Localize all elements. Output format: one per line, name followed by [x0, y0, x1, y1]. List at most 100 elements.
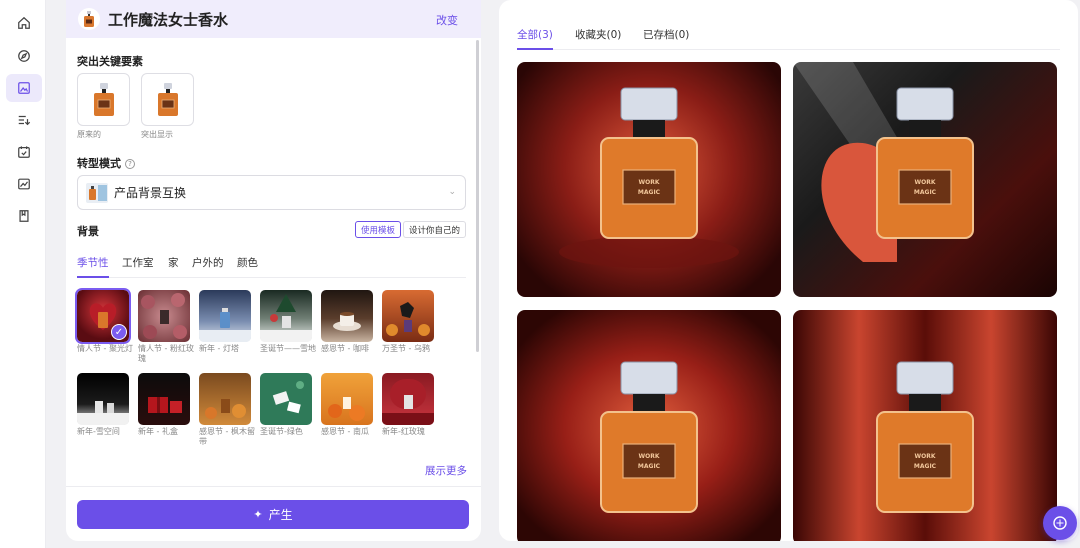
label-line-2: MAGIC: [914, 463, 937, 470]
template-tile[interactable]: [77, 373, 129, 425]
label-line-1: WORK: [915, 179, 936, 186]
tile-caption: 新年-红玫瑰: [382, 427, 425, 436]
nav-explore[interactable]: [6, 42, 42, 70]
show-more-link[interactable]: 展示更多: [425, 463, 467, 478]
perfume-render: WORK MAGIC: [793, 62, 974, 262]
tile-caption: 感恩节 - 南瓜: [321, 427, 369, 436]
design-your-own-toggle[interactable]: 设计你自己的: [403, 221, 466, 238]
perfume-highlight-image: [157, 82, 178, 116]
gallery-tabs: 全部(3) 收藏夹(0) 已存档(0): [517, 20, 1060, 50]
label-line-1: WORK: [639, 453, 660, 460]
sparkle-chat-icon: [1053, 516, 1067, 530]
background-label: 背景: [77, 225, 99, 238]
template-tile[interactable]: ✓: [75, 288, 131, 344]
tab-studio[interactable]: 工作室: [122, 255, 154, 278]
generate-button[interactable]: ✦ 产生: [77, 500, 469, 529]
key-element-highlighted[interactable]: [141, 73, 194, 126]
tile-caption: 情人节 - 粉红玫瑰: [138, 344, 194, 363]
label-line-1: WORK: [915, 453, 936, 460]
nav-home[interactable]: [6, 9, 42, 37]
template-tile[interactable]: [321, 373, 373, 425]
tab-favorites[interactable]: 收藏夹(0): [575, 27, 621, 50]
perfume-icon: [84, 11, 94, 27]
divider: [66, 486, 481, 487]
template-tile[interactable]: [382, 373, 434, 425]
nav-tasks[interactable]: [6, 138, 42, 166]
template-tile[interactable]: [199, 373, 251, 425]
product-thumbnail: [78, 8, 100, 30]
selected-check-icon: ✓: [111, 324, 127, 340]
template-tile[interactable]: [321, 290, 373, 342]
assistant-fab[interactable]: [1043, 506, 1077, 540]
tile-caption: 圣诞节——雪地: [260, 344, 316, 353]
page-title: 工作魔法女士香水: [108, 10, 229, 29]
tab-archived[interactable]: 已存档(0): [643, 27, 689, 50]
nav-list[interactable]: [6, 106, 42, 134]
mode-thumbnail-icon: [86, 182, 108, 203]
template-tile[interactable]: [260, 290, 312, 342]
mode-dropdown[interactable]: 产品背景互换 ⌄: [77, 175, 466, 210]
perfume-render: WORK MAGIC: [600, 361, 698, 513]
tile-caption: 感恩节 - 咖啡: [321, 344, 369, 353]
christmas-snow-thumb: [260, 294, 312, 342]
key-element-original[interactable]: [77, 73, 130, 126]
christmas-green-thumb: [272, 381, 304, 414]
mode-label: 转型模式?: [77, 155, 135, 171]
result-image[interactable]: WORK MAGIC: [793, 310, 1057, 541]
chart-icon: [18, 178, 30, 190]
left-nav-rail: [0, 0, 46, 548]
tile-caption: 情人节 - 聚光灯: [77, 344, 133, 353]
list-icon: [18, 115, 31, 126]
chevron-down-icon: ⌄: [448, 187, 456, 197]
thanksgiving-maple-thumb: [205, 399, 246, 419]
result-image[interactable]: WORK MAGIC: [793, 62, 1057, 297]
nav-analytics[interactable]: [6, 170, 42, 198]
tab-all[interactable]: 全部(3): [517, 27, 553, 50]
key-caption-original: 原来的: [77, 130, 101, 139]
new-year-gift-box-thumb: [148, 397, 182, 413]
result-image[interactable]: WORK MAGIC: [517, 310, 781, 541]
panel-scrollbar[interactable]: [476, 40, 479, 352]
template-tile[interactable]: [382, 290, 434, 342]
home-icon: [18, 16, 30, 29]
key-caption-highlighted: 突出显示: [141, 130, 173, 139]
label-line-2: MAGIC: [638, 189, 661, 196]
tab-seasonal[interactable]: 季节性: [77, 255, 109, 278]
help-icon[interactable]: ?: [125, 159, 135, 169]
nav-docs[interactable]: [6, 202, 42, 230]
mode-selected-value: 产品背景互换: [114, 186, 187, 200]
nav-image-editor[interactable]: [6, 74, 42, 102]
mode-label-text: 转型模式: [77, 157, 121, 170]
tile-caption: 感恩节 - 枫木留带: [199, 427, 255, 446]
tile-caption: 新年 - 灯塔: [199, 344, 239, 353]
template-tile[interactable]: [199, 290, 251, 342]
result-image[interactable]: WORK MAGIC: [517, 62, 781, 297]
tab-outdoor[interactable]: 户外的: [192, 255, 224, 278]
background-category-tabs: 季节性 工作室 家 户外的 颜色: [77, 255, 466, 278]
thanksgiving-coffee-thumb: [333, 312, 361, 331]
template-tile[interactable]: [138, 373, 190, 425]
change-product-link[interactable]: 改变: [436, 12, 458, 28]
compass-icon: [18, 50, 30, 62]
results-gallery: 全部(3) 收藏夹(0) 已存档(0) WORK MAGIC WORK MAGI…: [499, 0, 1078, 541]
tile-caption: 圣诞节-绿色: [260, 427, 303, 436]
image-icon: [18, 82, 30, 94]
generate-label: 产生: [268, 508, 293, 522]
pink-rose-thumb: [141, 293, 187, 339]
tile-caption: 新年 - 礼盒: [138, 427, 178, 436]
key-elements-label: 突出关键要素: [77, 55, 143, 68]
settings-panel: 工作魔法女士香水 改变 突出关键要素 原来的 突出显示 转型模式? 产品背景互换…: [66, 0, 481, 541]
new-year-snow-space-thumb: [77, 401, 129, 425]
tab-color[interactable]: 颜色: [237, 255, 258, 278]
template-tile[interactable]: [138, 290, 190, 342]
new-year-lighthouse-thumb: [199, 308, 251, 342]
panel-header: 工作魔法女士香水 改变: [66, 0, 481, 38]
tile-caption: 万圣节 - 乌鸦: [382, 344, 430, 353]
halloween-crow-thumb: [386, 302, 430, 336]
tab-home[interactable]: 家: [168, 255, 179, 278]
template-tile[interactable]: [260, 373, 312, 425]
use-template-toggle[interactable]: 使用模板: [355, 221, 401, 238]
perfume-original-image: [93, 82, 114, 116]
new-year-red-rose-thumb: [382, 379, 434, 425]
perfume-render: WORK MAGIC: [876, 361, 974, 513]
